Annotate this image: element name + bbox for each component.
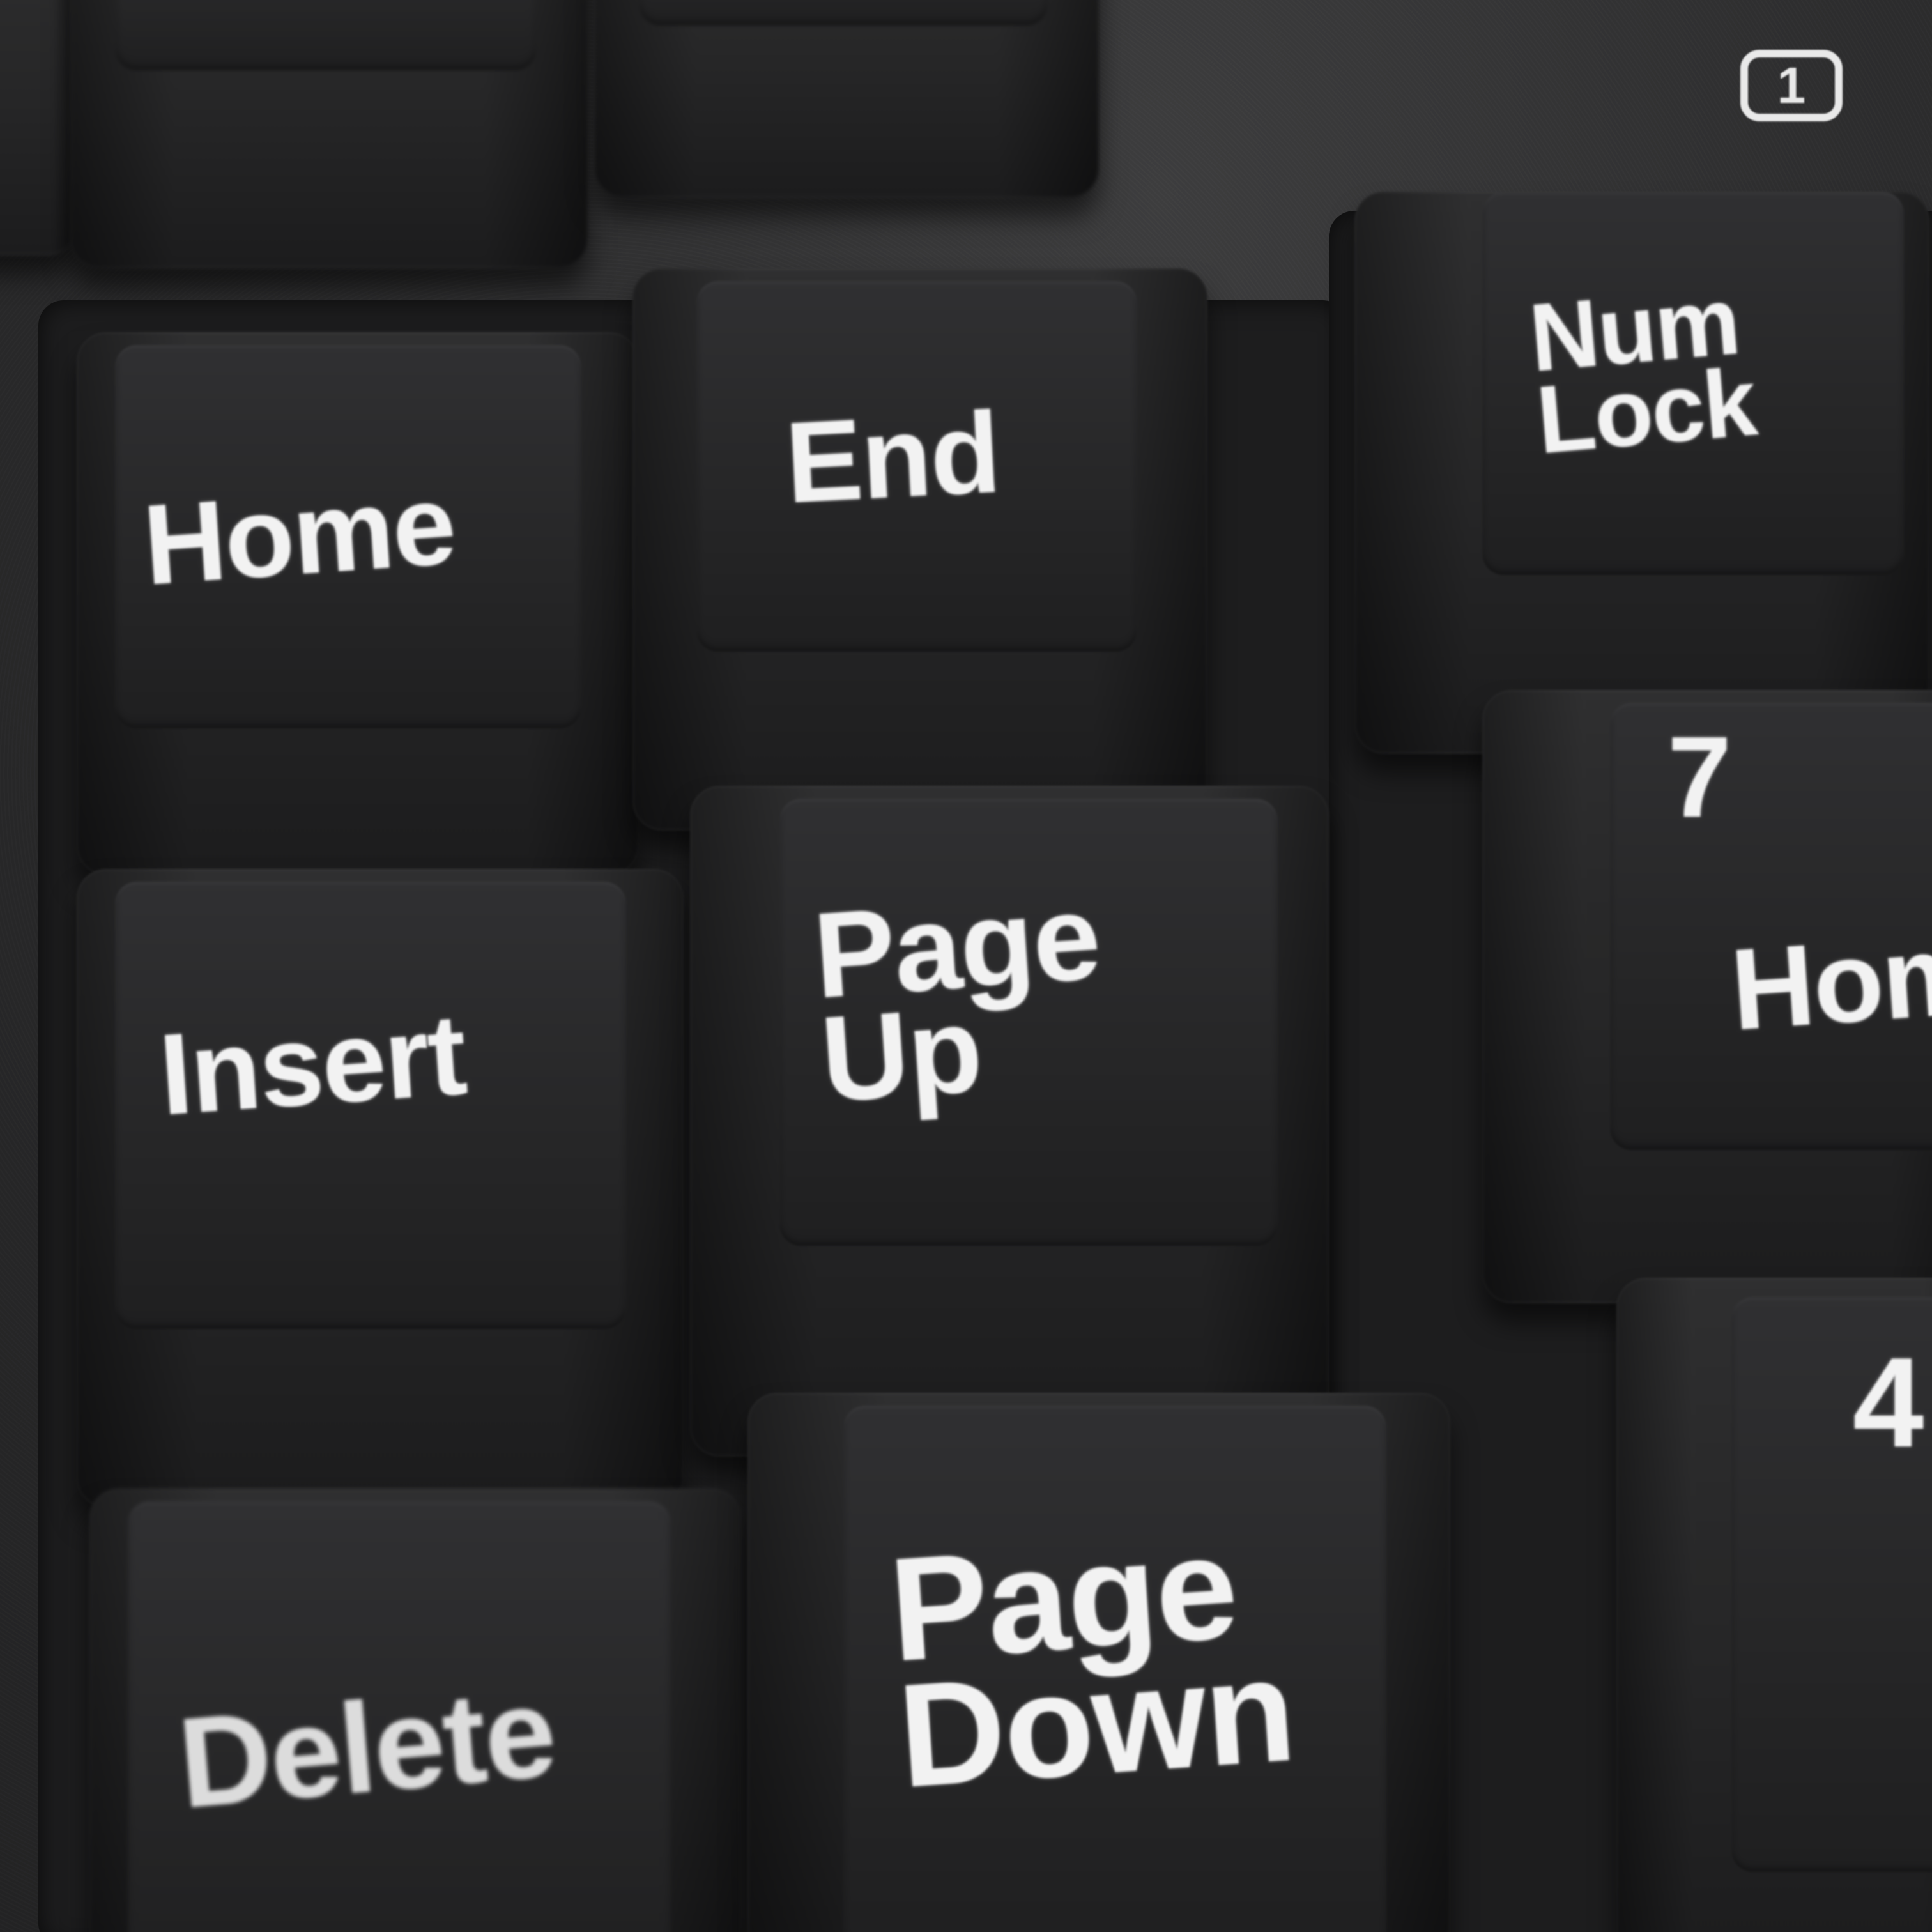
num-lock-indicator-icon: 1 (1740, 50, 1843, 121)
indicator-label: 1 (1777, 57, 1806, 114)
page-down-key-label: Page Down (884, 1504, 1300, 1818)
page-down-key[interactable]: Page Down (747, 1393, 1450, 1932)
numpad-4-key[interactable]: 4 (1616, 1278, 1932, 1932)
insert-key[interactable]: Insert (77, 869, 684, 1508)
top-row-key-2 (594, 0, 1099, 198)
numpad-home-label: Hom (1727, 908, 1932, 1055)
delete-key[interactable]: Delete (89, 1489, 741, 1932)
numpad-7-label: 7 (1667, 713, 1731, 841)
keyboard-photo: 1 Home End Num Lock Insert Page Up 7 Hom (0, 0, 1932, 1932)
numpad-7-key[interactable]: 7 Hom (1482, 690, 1932, 1303)
home-key-label: Home (139, 460, 459, 609)
end-key[interactable]: End (632, 268, 1208, 831)
home-key[interactable]: Home (77, 332, 639, 875)
insert-key-label: Insert (155, 990, 470, 1140)
num-lock-key[interactable]: Num Lock (1354, 192, 1929, 754)
page-up-key[interactable]: Page Up (690, 786, 1329, 1457)
num-lock-key-label: Num Lock (1525, 266, 1760, 474)
delete-key-label: Delete (173, 1660, 560, 1836)
top-row-key-1 (70, 0, 588, 268)
top-left-partial-key (0, 0, 77, 256)
numpad-4-label: 4 (1853, 1331, 1924, 1474)
page-up-key-label: Page Up (809, 868, 1104, 1128)
end-key-label: End (782, 388, 1002, 528)
